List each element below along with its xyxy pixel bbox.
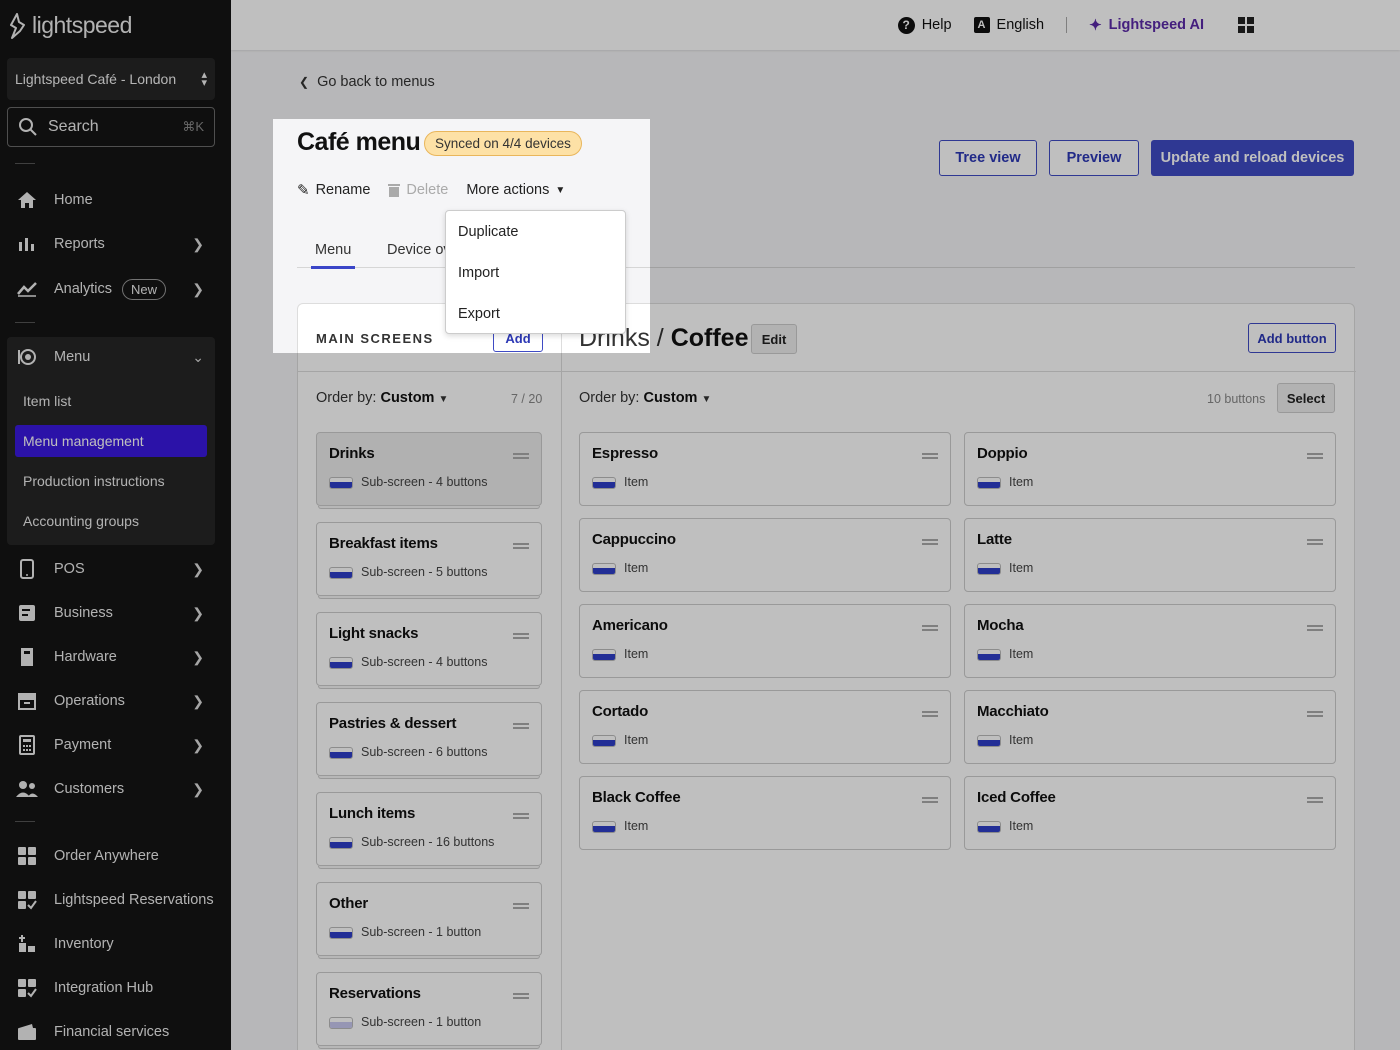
main-screens-title: MAIN SCREENS xyxy=(316,331,434,346)
rename-button[interactable]: ✎ Rename xyxy=(297,181,370,199)
page-title: Café menu xyxy=(297,128,421,156)
trash-icon xyxy=(388,184,401,197)
menu-item-export[interactable]: Export xyxy=(458,306,500,322)
more-actions-label: More actions xyxy=(466,182,550,198)
menu-actions: ✎ Rename Delete More actions ▼ xyxy=(297,181,565,199)
menu-item-duplicate[interactable]: Duplicate xyxy=(458,224,518,240)
tab-device-overview[interactable]: Device ov xyxy=(387,242,451,258)
sync-status-badge: Synced on 4/4 devices xyxy=(424,131,582,156)
rename-label: Rename xyxy=(315,182,371,198)
tab-menu[interactable]: Menu xyxy=(311,242,356,269)
menu-item-import[interactable]: Import xyxy=(458,265,499,281)
caret-down-icon: ▼ xyxy=(555,184,566,196)
more-actions-button[interactable]: More actions ▼ xyxy=(466,182,565,198)
pencil-icon: ✎ xyxy=(297,182,310,199)
delete-label: Delete xyxy=(406,182,449,198)
modal-overlay[interactable] xyxy=(0,0,1400,1050)
more-actions-menu: Duplicate Import Export xyxy=(445,210,626,334)
delete-button[interactable]: Delete xyxy=(388,182,448,198)
